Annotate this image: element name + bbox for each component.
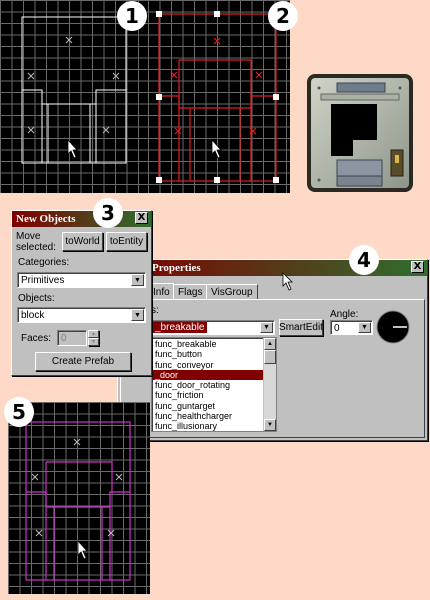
categories-label: Categories: (18, 257, 70, 268)
badge-3: 3 (93, 198, 123, 228)
faces-up-icon[interactable]: ▲ (88, 330, 99, 338)
close-icon[interactable]: X (411, 261, 424, 273)
objects-select[interactable]: block ▼ (17, 307, 146, 323)
class-list-item[interactable]: func_button (152, 349, 264, 359)
categories-select[interactable]: Primitives ▼ (17, 272, 146, 288)
angle-dial[interactable] (376, 310, 410, 344)
badge-5: 5 (4, 397, 34, 427)
categories-value: Primitives (21, 275, 65, 286)
faces-down-icon[interactable]: ▼ (88, 338, 99, 346)
faces-value: 0 (61, 333, 67, 344)
class-list-item[interactable]: func_illusionary (152, 421, 264, 431)
mouse-cursor-icon (211, 138, 222, 159)
class-value: _breakable (152, 322, 208, 333)
angle-label: Angle: (330, 309, 359, 320)
class-list-item[interactable]: func_guntarget (152, 401, 264, 411)
viewport-2[interactable] (148, 0, 290, 193)
scroll-up-icon[interactable]: ▲ (264, 338, 276, 350)
tab-info[interactable]: Info (148, 283, 175, 300)
scroll-down-icon[interactable]: ▼ (264, 419, 276, 431)
new-objects-titlebar[interactable]: New Objects X (12, 211, 151, 227)
tab-visgroup[interactable]: VisGroup (206, 284, 258, 299)
new-objects-title: New Objects (16, 213, 76, 225)
angle-combo[interactable]: 0 ▼ (330, 320, 373, 335)
class-list-item[interactable]: func_breakable (152, 339, 264, 349)
mouse-cursor-icon (77, 539, 88, 560)
class-list-item[interactable]: func_healthcharger (152, 411, 264, 421)
door-texture-preview (307, 74, 413, 192)
chevron-down-icon[interactable]: ▼ (358, 322, 371, 333)
chevron-down-icon[interactable]: ▼ (260, 322, 273, 333)
objects-label: Objects: (18, 293, 55, 304)
to-entity-button[interactable]: toEntity (106, 232, 147, 251)
class-list-item[interactable]: func_friction (152, 390, 264, 400)
viewport-5[interactable] (8, 402, 150, 594)
chevron-down-icon[interactable]: ▼ (131, 274, 144, 286)
scroll-thumb[interactable] (264, 350, 276, 364)
chevron-down-icon[interactable]: ▼ (131, 309, 144, 321)
badge-1: 1 (117, 1, 147, 31)
to-world-button[interactable]: toWorld (62, 232, 103, 251)
properties-titlebar[interactable]: Properties X (118, 260, 427, 276)
properties-dialog: Properties X Info Flags VisGroup s: _bre… (117, 259, 428, 441)
class-list-item[interactable]: _door (152, 369, 264, 381)
objects-value: block (21, 310, 45, 321)
tab-flags[interactable]: Flags (173, 284, 208, 299)
angle-value: 0 (334, 323, 340, 334)
vertical-scrollbar[interactable]: ▲ ▼ (263, 338, 276, 431)
badge-2: 2 (268, 1, 298, 31)
class-list[interactable]: func_breakable func_button func_conveyor _d… (151, 337, 277, 432)
faces-label: Faces: (21, 333, 52, 344)
badge-4: 4 (349, 245, 379, 275)
class-combo[interactable]: _breakable ▼ (151, 320, 275, 335)
properties-title: Properties (152, 262, 201, 274)
mouse-cursor-icon (282, 272, 293, 291)
create-prefab-button[interactable]: Create Prefab (35, 352, 131, 371)
class-list-item[interactable]: func_door_rotating (152, 380, 264, 390)
close-icon[interactable]: X (135, 212, 148, 224)
new-objects-panel: New Objects X Move selected: toWorld toE… (11, 210, 152, 376)
class-list-item[interactable]: func_conveyor (152, 360, 264, 370)
class-list-items: func_breakable func_button func_conveyor _d… (152, 339, 264, 431)
smartedit-button[interactable]: SmartEdit (279, 319, 323, 336)
class-label: s: (151, 305, 159, 316)
faces-field[interactable]: 0 (57, 330, 87, 346)
move-selected-label: Move selected: (16, 231, 57, 253)
